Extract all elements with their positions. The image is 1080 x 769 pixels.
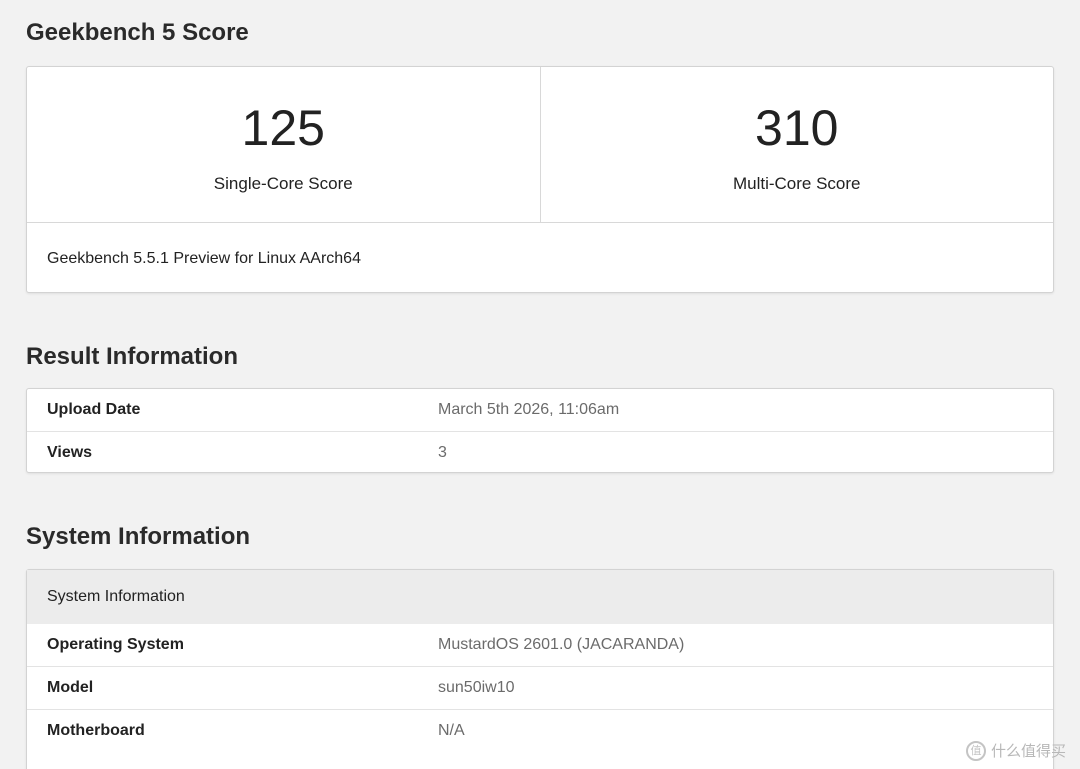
result-section-title: Result Information <box>26 343 239 370</box>
table-row: Upload Date March 5th 2026, 11:06am <box>27 389 1053 431</box>
views-key: Views <box>47 444 93 461</box>
upload-date-value: March 5th 2026, 11:06am <box>438 401 620 418</box>
table-header: System Information <box>27 570 1053 624</box>
system-info-table: System Information Operating System Must… <box>26 569 1054 769</box>
single-core-score-value: 125 <box>241 100 325 156</box>
operating-system-value: MustardOS 2601.0 (JACARANDA) <box>438 636 685 653</box>
table-row: Views 3 <box>27 431 1053 474</box>
watermark-logo-icon: 值 <box>965 740 986 761</box>
score-section-title: Geekbench 5 Score <box>26 19 249 46</box>
model-key: Model <box>47 679 94 696</box>
table-row: Motherboard N/A <box>27 709 1053 752</box>
multi-core-cell: 310 Multi-Core Score <box>539 67 1054 222</box>
motherboard-value: N/A <box>438 722 465 739</box>
multi-core-score-label: Multi-Core Score <box>732 174 861 193</box>
page: Geekbench 5 Score 125 Single-Core Score … <box>0 0 1080 769</box>
system-section-title: System Information <box>26 523 251 550</box>
operating-system-key: Operating System <box>47 636 184 653</box>
motherboard-key: Motherboard <box>47 722 145 739</box>
upload-date-key: Upload Date <box>47 401 141 418</box>
score-row: 125 Single-Core Score 310 Multi-Core Sco… <box>27 67 1053 223</box>
watermark: 值 什么值得买 <box>965 740 1066 761</box>
multi-core-score-value: 310 <box>755 100 839 156</box>
table-row: Model sun50iw10 <box>27 666 1053 709</box>
benchmark-version: Geekbench 5.5.1 Preview for Linux AArch6… <box>47 250 361 267</box>
result-info-table: Upload Date March 5th 2026, 11:06am View… <box>26 388 1054 473</box>
table-row: Operating System MustardOS 2601.0 (JACAR… <box>27 624 1053 666</box>
single-core-score-label: Single-Core Score <box>213 174 353 193</box>
score-card: 125 Single-Core Score 310 Multi-Core Sco… <box>26 66 1054 293</box>
model-value: sun50iw10 <box>438 679 515 696</box>
single-core-cell: 125 Single-Core Score <box>27 67 540 222</box>
watermark-text: 什么值得买 <box>990 743 1066 760</box>
views-value: 3 <box>438 444 447 461</box>
